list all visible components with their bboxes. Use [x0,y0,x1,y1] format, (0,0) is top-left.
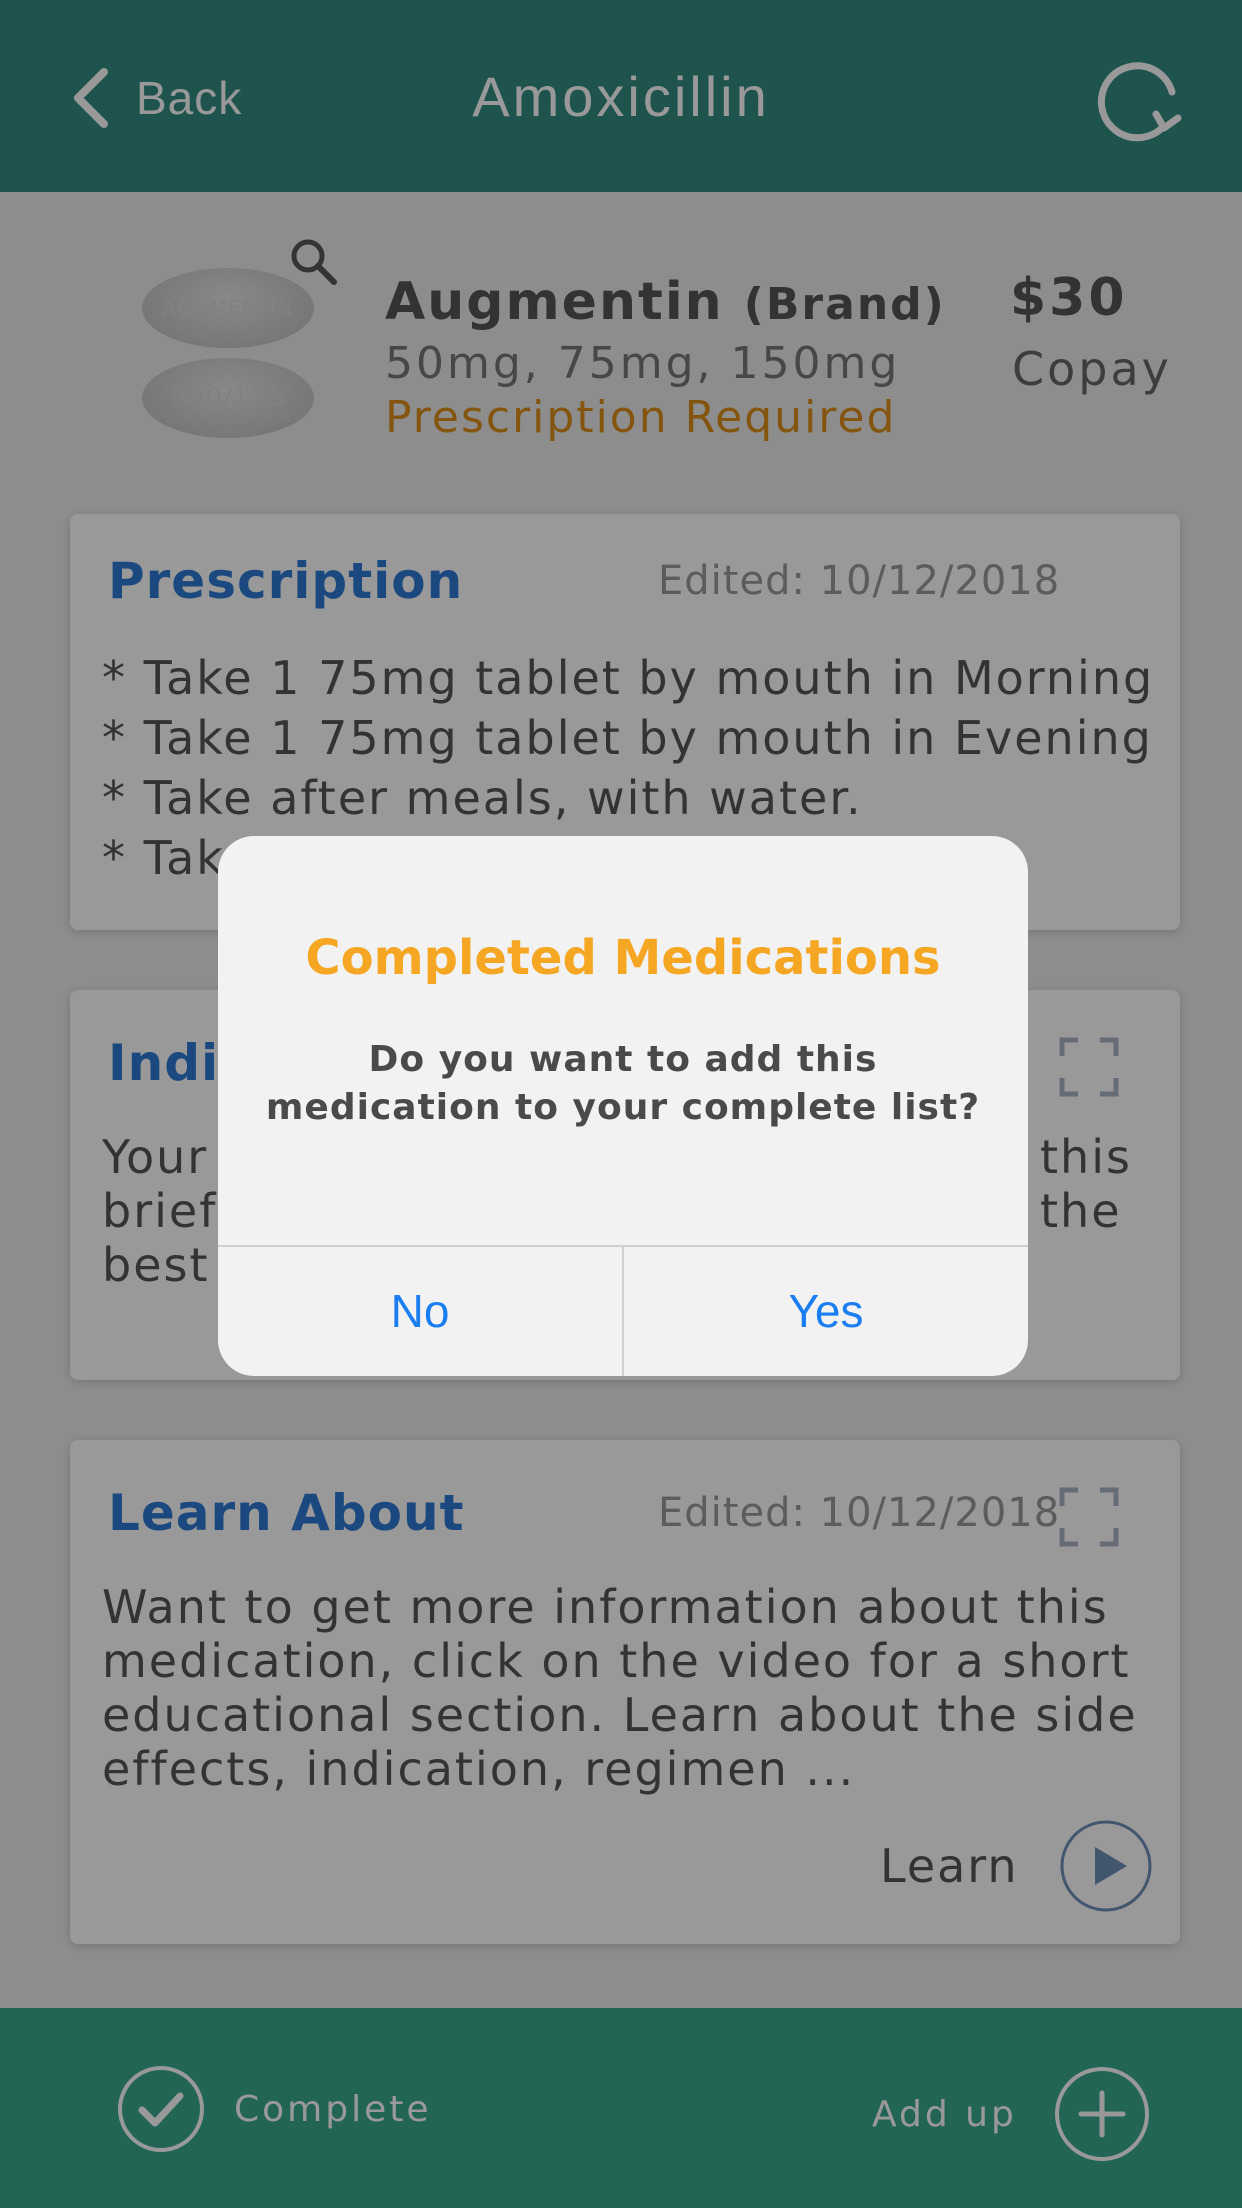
dialog-message-line: medication to your complete list? [265,1087,981,1128]
dialog-message: Do you want to add this medication to yo… [258,1036,988,1132]
dialog-title: Completed Medications [305,930,941,986]
yes-button[interactable]: Yes [624,1247,1028,1376]
completed-medications-dialog: Completed Medications Do you want to add… [218,836,1028,1376]
dialog-message-line: Do you want to add this [368,1039,878,1080]
no-button[interactable]: No [218,1247,622,1376]
